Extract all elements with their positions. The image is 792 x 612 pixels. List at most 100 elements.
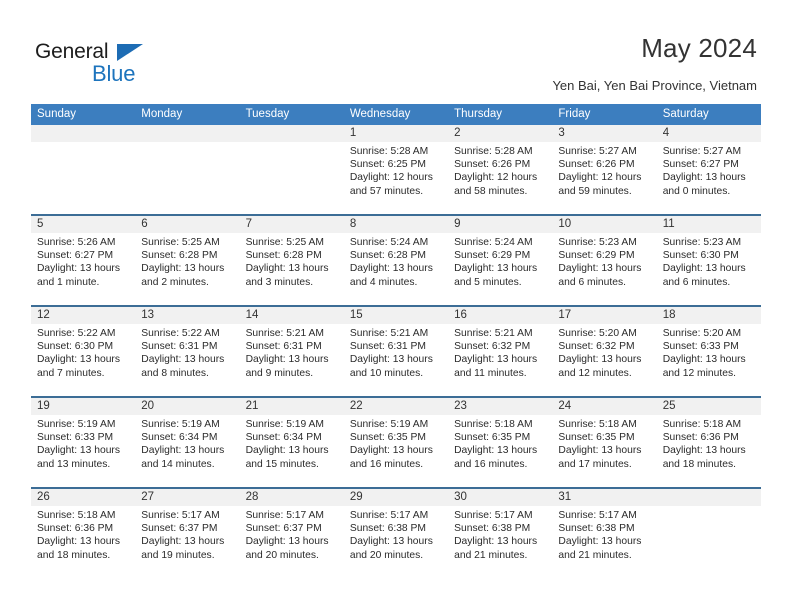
calendar-day-cell[interactable]: 3 Sunrise: 5:27 AM Sunset: 6:26 PM Daylight… [552,125,657,214]
day-number: 20 [135,398,240,415]
general-blue-logo[interactable]: General Blue [35,40,165,86]
daylight-text-line2: and 16 minutes. [349,458,424,470]
daylight-text-line2: and 1 minute. [37,276,100,288]
day-details: Sunrise: 5:21 AM Sunset: 6:32 PM Daylight:… [448,324,552,380]
daylight-text-line2: and 59 minutes. [558,185,632,197]
calendar-day-cell[interactable]: 18 Sunrise: 5:20 AM Sunset: 6:33 PM Dayligh… [656,307,761,396]
calendar-day-cell[interactable]: 13 Sunrise: 5:22 AM Sunset: 6:31 PM Dayligh… [135,307,240,396]
calendar-day-cell[interactable]: 14 Sunrise: 5:21 AM Sunset: 6:31 PM Dayligh… [239,307,344,396]
daylight-text-line1: Daylight: 13 hours [349,445,433,457]
calendar-day-cell[interactable]: 4 Sunrise: 5:27 AM Sunset: 6:27 PM Daylight… [656,125,761,214]
calendar-day-cell[interactable]: 15 Sunrise: 5:21 AM Sunset: 6:31 PM Dayligh… [343,307,449,396]
day-number: 12 [31,307,136,324]
daylight-text-line1: Daylight: 13 hours [662,172,746,184]
calendar-day-cell[interactable]: 7 Sunrise: 5:25 AM Sunset: 6:28 PM Daylight… [239,216,344,305]
daylight-text-line1: Daylight: 13 hours [245,263,329,275]
calendar-week-row: 5 Sunrise: 5:26 AM Sunset: 6:27 PM Daylight… [31,214,761,305]
calendar-page: General Blue May 2024 Yen Bai, Yen Bai P… [0,0,792,612]
sunset-text: Sunset: 6:26 PM [454,159,531,171]
sunrise-text: Sunrise: 5:23 AM [662,237,742,248]
sunrise-text: Sunrise: 5:21 AM [245,328,324,339]
calendar-day-cell[interactable]: 12 Sunrise: 5:22 AM Sunset: 6:30 PM Dayligh… [31,307,136,396]
daylight-text-line2: and 21 minutes. [454,549,528,561]
calendar-day-cell-empty [31,125,136,214]
calendar-day-cell[interactable]: 6 Sunrise: 5:25 AM Sunset: 6:28 PM Daylight… [135,216,240,305]
calendar-day-cell[interactable]: 22 Sunrise: 5:19 AM Sunset: 6:35 PM Dayligh… [343,398,449,487]
sunset-text: Sunset: 6:25 PM [349,159,426,171]
calendar-day-cell[interactable]: 1 Sunrise: 5:28 AM Sunset: 6:25 PM Daylight… [343,125,449,214]
daylight-text-line1: Daylight: 12 hours [454,172,538,184]
sunset-text: Sunset: 6:32 PM [558,341,635,353]
triangle-icon [117,44,143,61]
sunrise-text: Sunrise: 5:22 AM [141,328,220,339]
day-number: 19 [31,398,136,415]
calendar-day-cell[interactable]: 21 Sunrise: 5:19 AM Sunset: 6:34 PM Dayligh… [239,398,344,487]
day-details: Sunrise: 5:20 AM Sunset: 6:33 PM Daylight:… [657,324,761,380]
day-number: 4 [656,125,761,142]
day-details: Sunrise: 5:18 AM Sunset: 6:35 PM Daylight:… [448,415,552,471]
day-details: Sunrise: 5:19 AM Sunset: 6:33 PM Daylight:… [31,415,135,471]
sunrise-text: Sunrise: 5:23 AM [558,237,637,248]
daylight-text-line2: and 8 minutes. [141,367,209,379]
day-number [135,125,240,142]
calendar-day-cell[interactable]: 5 Sunrise: 5:26 AM Sunset: 6:27 PM Daylight… [31,216,136,305]
sunset-text: Sunset: 6:33 PM [662,341,739,353]
daylight-text-line1: Daylight: 13 hours [245,445,329,457]
calendar-day-cell[interactable]: 25 Sunrise: 5:18 AM Sunset: 6:36 PM Dayligh… [656,398,761,487]
sunrise-text: Sunrise: 5:19 AM [37,419,116,430]
calendar-day-cell[interactable]: 16 Sunrise: 5:21 AM Sunset: 6:32 PM Dayligh… [448,307,553,396]
calendar-day-cell[interactable]: 20 Sunrise: 5:19 AM Sunset: 6:34 PM Dayligh… [135,398,240,487]
day-number: 8 [343,216,449,233]
sunrise-text: Sunrise: 5:18 AM [454,419,533,430]
day-number: 5 [31,216,136,233]
calendar-day-cell[interactable]: 9 Sunrise: 5:24 AM Sunset: 6:29 PM Daylight… [448,216,553,305]
calendar-day-cell[interactable]: 23 Sunrise: 5:18 AM Sunset: 6:35 PM Dayligh… [448,398,553,487]
page-subtitle: Yen Bai, Yen Bai Province, Vietnam [552,78,757,93]
day-details: Sunrise: 5:22 AM Sunset: 6:31 PM Daylight:… [135,324,239,380]
calendar-day-cell[interactable]: 17 Sunrise: 5:20 AM Sunset: 6:32 PM Dayligh… [552,307,657,396]
sunset-text: Sunset: 6:38 PM [558,523,635,535]
calendar-week-row: 26 Sunrise: 5:18 AM Sunset: 6:36 PM Dayligh… [31,487,761,578]
calendar-week-row: 1 Sunrise: 5:28 AM Sunset: 6:25 PM Daylight… [31,125,761,214]
daylight-text-line1: Daylight: 13 hours [37,445,120,457]
daylight-text-line2: and 17 minutes. [558,458,632,470]
logo-text-blue: Blue [92,61,136,86]
day-details: Sunrise: 5:28 AM Sunset: 6:25 PM Daylight:… [344,142,448,198]
calendar-day-cell[interactable]: 27 Sunrise: 5:17 AM Sunset: 6:37 PM Dayligh… [135,489,240,578]
calendar-day-cell[interactable]: 24 Sunrise: 5:18 AM Sunset: 6:35 PM Dayligh… [552,398,657,487]
calendar-day-cell[interactable]: 26 Sunrise: 5:18 AM Sunset: 6:36 PM Dayligh… [31,489,136,578]
sunrise-text: Sunrise: 5:26 AM [37,237,116,248]
sunrise-text: Sunrise: 5:25 AM [141,237,220,248]
daylight-text-line2: and 7 minutes. [37,367,105,379]
day-number: 15 [343,307,449,324]
sunrise-text: Sunrise: 5:24 AM [349,237,429,248]
calendar-day-cell[interactable]: 2 Sunrise: 5:28 AM Sunset: 6:26 PM Daylight… [448,125,553,214]
weekday-tuesday: Tuesday [245,108,290,120]
daylight-text-line2: and 13 minutes. [37,458,111,470]
calendar-day-cell[interactable]: 8 Sunrise: 5:24 AM Sunset: 6:28 PM Daylight… [343,216,449,305]
calendar-day-cell[interactable]: 29 Sunrise: 5:17 AM Sunset: 6:38 PM Dayligh… [343,489,449,578]
weekday-header-row: Sunday Monday Tuesday Wednesday Thursday… [31,104,761,125]
sunrise-text: Sunrise: 5:19 AM [141,419,220,430]
sunset-text: Sunset: 6:31 PM [141,341,218,353]
calendar-day-cell[interactable]: 19 Sunrise: 5:19 AM Sunset: 6:33 PM Dayligh… [31,398,136,487]
calendar-day-cell[interactable]: 30 Sunrise: 5:17 AM Sunset: 6:38 PM Dayligh… [448,489,553,578]
day-details: Sunrise: 5:26 AM Sunset: 6:27 PM Daylight:… [31,233,135,289]
calendar-day-cell[interactable]: 31 Sunrise: 5:17 AM Sunset: 6:38 PM Dayligh… [552,489,657,578]
weekday-sunday: Sunday [37,108,77,120]
sunrise-text: Sunrise: 5:17 AM [245,510,324,521]
sunrise-text: Sunrise: 5:22 AM [37,328,116,339]
daylight-text-line2: and 20 minutes. [349,549,424,561]
calendar-day-cell[interactable]: 10 Sunrise: 5:23 AM Sunset: 6:29 PM Dayligh… [552,216,657,305]
calendar-weeks: 1 Sunrise: 5:28 AM Sunset: 6:25 PM Daylight… [31,125,761,578]
day-number: 29 [343,489,449,506]
sunset-text: Sunset: 6:28 PM [349,250,426,262]
day-number [656,489,761,506]
daylight-text-line2: and 2 minutes. [141,276,209,288]
day-details: Sunrise: 5:28 AM Sunset: 6:26 PM Daylight:… [448,142,552,198]
calendar-day-cell[interactable]: 11 Sunrise: 5:23 AM Sunset: 6:30 PM Dayligh… [656,216,761,305]
calendar-day-cell[interactable]: 28 Sunrise: 5:17 AM Sunset: 6:37 PM Dayligh… [239,489,344,578]
daylight-text-line1: Daylight: 13 hours [349,263,433,275]
day-number: 21 [239,398,344,415]
day-number [31,125,136,142]
